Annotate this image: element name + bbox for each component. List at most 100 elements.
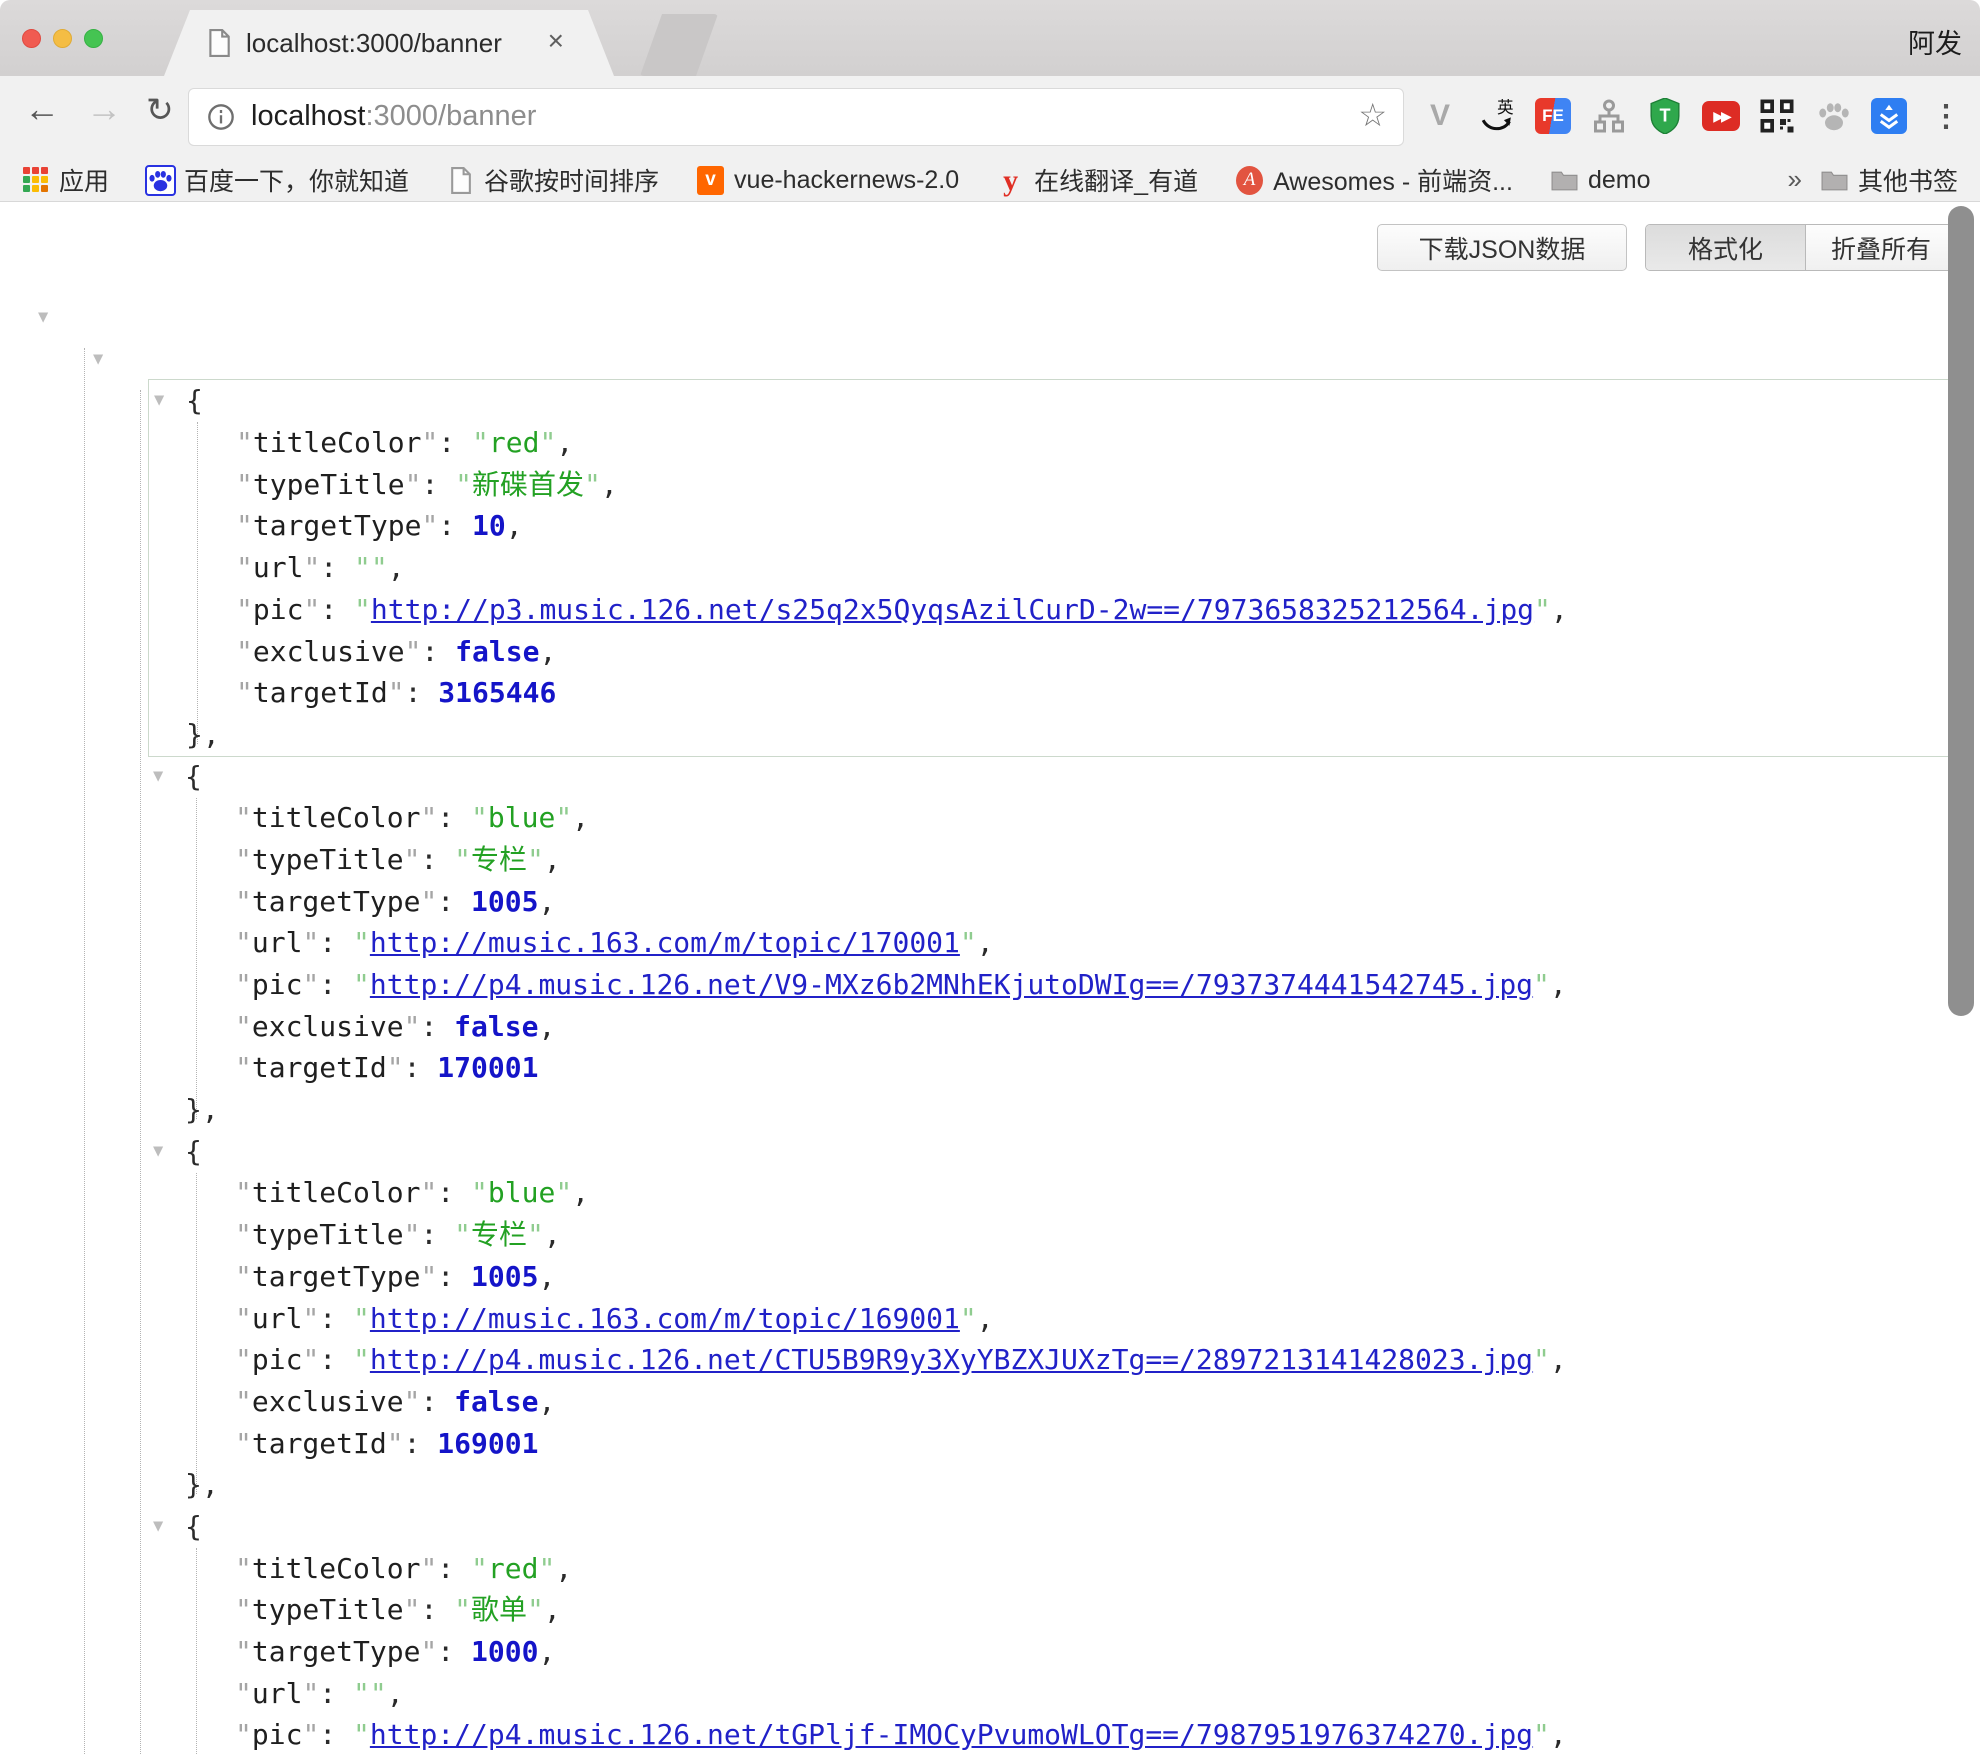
- page-icon: [206, 29, 232, 57]
- url-link[interactable]: http://music.163.com/m/topic/169001: [370, 1302, 960, 1335]
- folder-icon: [1551, 167, 1578, 194]
- translate-extension-icon[interactable]: 英: [1477, 95, 1517, 137]
- json-object-banner-1: ▼{ titleColorblue typeTitle专栏 targetType…: [148, 756, 1952, 1131]
- folder-icon: [1821, 167, 1848, 194]
- json-line: targetId3165446: [149, 672, 1951, 714]
- collapse-toggle-icon[interactable]: ▼: [38, 297, 48, 339]
- new-tab-button[interactable]: [640, 14, 718, 76]
- json-line: targetType 1005: [148, 1256, 1952, 1298]
- bookmark-youdao[interactable]: y 在线翻译_有道: [997, 162, 1198, 198]
- json-string-value: red: [472, 426, 556, 459]
- bookmark-baidu[interactable]: 百度一下，你就知道: [147, 162, 409, 198]
- json-line: pichttp://p3.music.126.net/s25q2x5QyqsAz…: [149, 589, 1951, 631]
- minimize-window-button[interactable]: [53, 29, 72, 48]
- bookmark-label: 其他书签: [1858, 162, 1958, 198]
- zoom-window-button[interactable]: [84, 29, 103, 48]
- json-line: urlhttp://music.163.com/m/topic/169001: [148, 1298, 1952, 1340]
- json-string-value: [353, 1677, 387, 1710]
- json-number-value: 10: [472, 509, 506, 542]
- tab-close-icon[interactable]: ×: [548, 25, 564, 57]
- apps-grid-icon: [22, 167, 49, 194]
- json-viewer: ▼ { ▼ banners[ ▼{ titleColorred typeTitl…: [0, 297, 1980, 1754]
- page-info-icon[interactable]: [207, 103, 235, 131]
- url-text[interactable]: localhost:3000/banner: [251, 100, 536, 133]
- json-key: titleColor: [235, 1552, 437, 1585]
- json-key: typeTitle: [235, 1218, 420, 1251]
- bookmark-star-icon[interactable]: ☆: [1358, 96, 1387, 134]
- bookmarks-overflow-chevron[interactable]: »: [1788, 164, 1802, 195]
- collapse-toggle-icon[interactable]: ▼: [93, 339, 103, 381]
- json-boolean-value: false: [454, 1010, 538, 1043]
- url-link[interactable]: http://music.163.com/m/topic/170001: [370, 926, 960, 959]
- json-key: exclusive: [235, 1010, 420, 1043]
- pic-link[interactable]: http://p4.music.126.net/tGPljf-IMOCyPvum…: [370, 1718, 1533, 1751]
- json-string-value: 专栏: [454, 1218, 544, 1251]
- vue-devtools-extension-icon[interactable]: V: [1420, 95, 1460, 137]
- format-button[interactable]: 格式化: [1646, 225, 1806, 270]
- bookmark-label: 谷歌按时间排序: [484, 162, 659, 198]
- qr-code-extension-icon[interactable]: [1757, 95, 1797, 137]
- page-scrollbar[interactable]: [1948, 206, 1974, 1016]
- profile-name: 阿发: [1908, 22, 1962, 61]
- sitemap-extension-icon[interactable]: [1589, 95, 1629, 137]
- chrome-menu-icon[interactable]: ⋮: [1926, 95, 1966, 137]
- collapse-all-button[interactable]: 折叠所有: [1806, 225, 1956, 270]
- json-line: titleColorred: [148, 1548, 1952, 1590]
- collapse-toggle-icon[interactable]: ▼: [153, 1506, 163, 1548]
- bookmark-other-bookmarks[interactable]: 其他书签: [1821, 158, 1958, 202]
- json-key: typeTitle: [235, 1593, 420, 1626]
- json-key: pic: [235, 1343, 319, 1376]
- json-object-banner-0: ▼{ titleColorred typeTitle新碟首发 targetTyp…: [148, 379, 1952, 756]
- json-line: targetId169001: [148, 1423, 1952, 1465]
- json-key: typeTitle: [236, 468, 421, 501]
- view-mode-segmented-control: 格式化 折叠所有: [1645, 224, 1957, 271]
- json-line: url: [148, 1673, 1952, 1715]
- svg-text:英: 英: [1497, 98, 1514, 117]
- collapse-toggle-icon[interactable]: ▼: [153, 1131, 163, 1173]
- json-key: typeTitle: [235, 843, 420, 876]
- svg-text:T: T: [1660, 106, 1671, 126]
- collapse-toggle-icon[interactable]: ▼: [153, 756, 163, 798]
- bookmark-vue-hackernews[interactable]: v vue-hackernews-2.0: [697, 166, 959, 195]
- json-key: targetType: [235, 1635, 437, 1668]
- json-line: url: [149, 547, 1951, 589]
- json-line: pichttp://p4.music.126.net/tGPljf-IMOCyP…: [148, 1714, 1952, 1754]
- json-boolean-value: false: [454, 1385, 538, 1418]
- bookmark-google-sort[interactable]: 谷歌按时间排序: [447, 162, 659, 198]
- address-bar[interactable]: localhost:3000/banner ☆: [188, 88, 1404, 146]
- json-line: titleColorblue: [148, 797, 1952, 839]
- browser-tab[interactable]: localhost:3000/banner ×: [164, 10, 614, 76]
- download-json-button[interactable]: 下载JSON数据: [1377, 224, 1627, 271]
- close-window-button[interactable]: [22, 29, 41, 48]
- json-key: targetId: [236, 676, 405, 709]
- bookmark-awesomes[interactable]: A Awesomes - 前端资...: [1236, 162, 1513, 198]
- bookmark-label: 百度一下，你就知道: [184, 162, 409, 198]
- reload-button[interactable]: ↻: [146, 90, 174, 129]
- collapse-toggle-icon[interactable]: ▼: [154, 380, 164, 422]
- json-number-value: 169001: [437, 1427, 538, 1460]
- json-key: targetId: [235, 1051, 404, 1084]
- back-button[interactable]: ←: [24, 88, 60, 130]
- bookmark-label: Awesomes - 前端资...: [1273, 162, 1513, 198]
- json-line: targetType1000: [148, 1631, 1952, 1673]
- bookmark-folder-demo[interactable]: demo: [1551, 166, 1651, 195]
- json-number-value: 1005: [471, 1260, 538, 1293]
- blue-chevrons-extension-icon[interactable]: [1869, 95, 1909, 137]
- json-boolean-value: false: [455, 635, 539, 668]
- bookmark-apps[interactable]: 应用: [22, 162, 109, 198]
- json-line: exclusivefalse: [149, 631, 1951, 673]
- json-key: targetType: [235, 885, 437, 918]
- pic-link[interactable]: http://p4.music.126.net/V9-MXz6b2MNhEKju…: [370, 968, 1533, 1001]
- tampermonkey-shield-extension-icon[interactable]: T: [1645, 95, 1685, 137]
- json-key: targetType: [235, 1260, 437, 1293]
- paw-extension-icon[interactable]: [1814, 95, 1854, 137]
- fast-forward-extension-icon[interactable]: ▶▶: [1701, 95, 1741, 137]
- json-key: titleColor: [235, 801, 437, 834]
- json-line: urlhttp://music.163.com/m/topic/170001: [148, 922, 1952, 964]
- pic-link[interactable]: http://p4.music.126.net/CTU5B9R9y3XyYBZX…: [370, 1343, 1533, 1376]
- json-key: url: [235, 1677, 319, 1710]
- fe-extension-icon[interactable]: FE: [1533, 95, 1573, 137]
- pic-link[interactable]: http://p3.music.126.net/s25q2x5QyqsAzilC…: [371, 593, 1534, 626]
- json-key: targetType: [236, 509, 438, 542]
- json-line: titleColorred: [149, 422, 1951, 464]
